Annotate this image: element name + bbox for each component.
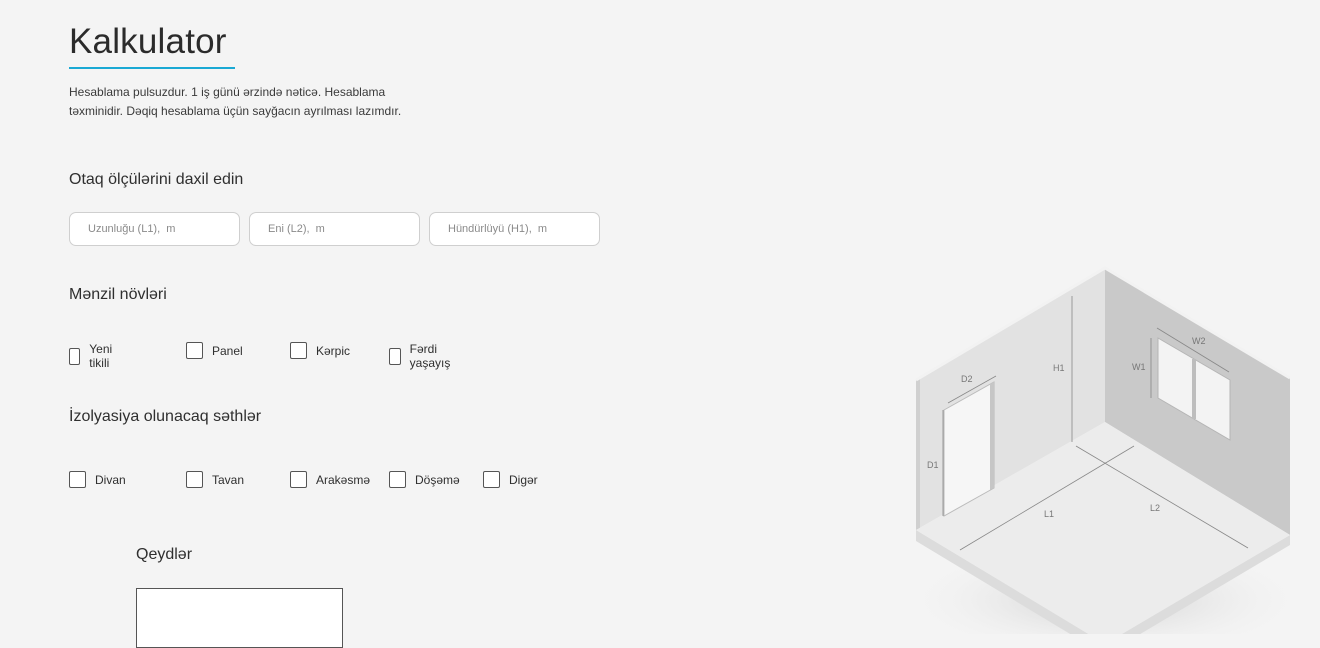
left-wall-edge bbox=[916, 378, 920, 530]
checkbox-wall[interactable]: Divan bbox=[69, 471, 126, 488]
width-input[interactable] bbox=[249, 212, 420, 246]
checkbox-box[interactable] bbox=[69, 347, 81, 365]
label-l1: L1 bbox=[1044, 509, 1054, 519]
checkbox-new-building[interactable]: Yeni tikili bbox=[69, 342, 118, 370]
checkbox-floor[interactable]: Döşəmə bbox=[389, 471, 460, 488]
label-w2: W2 bbox=[1192, 336, 1206, 346]
checkbox-partition[interactable]: Arakəsmə bbox=[290, 471, 370, 488]
title-underline bbox=[69, 67, 235, 69]
checkbox-panel[interactable]: Panel bbox=[186, 342, 243, 359]
checkbox-box[interactable] bbox=[69, 471, 86, 488]
notes-textarea[interactable] bbox=[136, 588, 343, 648]
apartment-types-heading: Mənzil növləri bbox=[69, 286, 167, 303]
insulation-heading: İzolyasiya olunacaq səthlər bbox=[69, 408, 262, 425]
door-frame bbox=[990, 382, 994, 490]
checkbox-box[interactable] bbox=[389, 471, 406, 488]
label-d1: D1 bbox=[927, 460, 939, 470]
checkbox-box[interactable] bbox=[290, 342, 307, 359]
intro-text: Hesablama pulsuzdur. 1 iş günü ərzində n… bbox=[69, 85, 402, 118]
checkbox-box[interactable] bbox=[186, 342, 203, 359]
dimensions-heading: Otaq ölçülərini daxil edin bbox=[69, 171, 244, 188]
page-title: Kalkulator bbox=[69, 22, 227, 61]
checkbox-label: Panel bbox=[212, 343, 243, 358]
checkbox-label: Tavan bbox=[212, 472, 245, 487]
checkbox-ceiling[interactable]: Tavan bbox=[186, 471, 244, 488]
checkbox-other[interactable]: Digər bbox=[483, 471, 538, 488]
checkbox-label: Divan bbox=[95, 472, 126, 487]
checkbox-private-house[interactable]: Fərdi yaşayış bbox=[389, 342, 456, 370]
checkbox-label: Fərdi yaşayış bbox=[409, 342, 451, 370]
checkbox-label: Digər bbox=[509, 472, 538, 487]
checkbox-box[interactable] bbox=[483, 471, 500, 488]
length-input[interactable] bbox=[69, 212, 240, 246]
checkbox-label: Arakəsmə bbox=[316, 472, 371, 487]
checkbox-brick[interactable]: Kərpic bbox=[290, 342, 350, 359]
label-w1: W1 bbox=[1132, 362, 1146, 372]
label-h1: H1 bbox=[1053, 363, 1065, 373]
checkbox-label: Döşəmə bbox=[415, 472, 460, 487]
checkbox-box[interactable] bbox=[389, 347, 401, 365]
height-input[interactable] bbox=[429, 212, 600, 246]
room-illustration: D2 H1 W1 W2 D1 L1 L2 bbox=[900, 266, 1310, 634]
label-d2: D2 bbox=[961, 374, 973, 384]
checkbox-box[interactable] bbox=[186, 471, 203, 488]
checkbox-box[interactable] bbox=[290, 471, 307, 488]
notes-heading: Qeydlər bbox=[136, 546, 193, 563]
checkbox-label: Kərpic bbox=[316, 343, 351, 358]
checkbox-label: Yeni tikili bbox=[89, 342, 113, 370]
label-l2: L2 bbox=[1150, 503, 1160, 513]
